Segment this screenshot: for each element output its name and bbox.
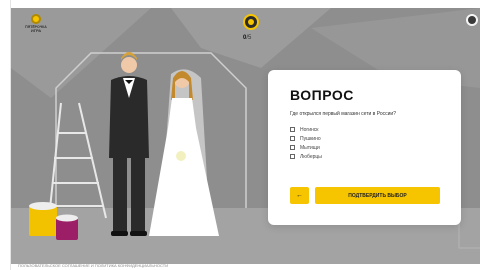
checkbox[interactable] <box>290 127 295 132</box>
footer-link[interactable]: ПОЛЬЗОВАТЕЛЬСКОЕ СОГЛАШЕНИЕ И ПОЛИТИКА К… <box>18 263 168 268</box>
arrow-left-icon: ← <box>296 192 303 199</box>
back-button[interactable]: ← <box>290 187 309 204</box>
settings-icon[interactable] <box>466 14 478 26</box>
confirm-choice-button[interactable]: ПОДТВЕРДИТЬ ВЫБОР <box>315 187 440 204</box>
answer-options: Ногинск Пушкино Мытищи Люберцы <box>290 125 322 161</box>
option-label: Мытищи <box>300 144 320 151</box>
checkbox[interactable] <box>290 136 295 141</box>
game-frame: ПЯТЁРОЧКА ИГРА 0/5 ВОПРОС Где открылся п… <box>0 0 480 270</box>
checkbox[interactable] <box>290 154 295 159</box>
option-label: Пушкино <box>300 135 321 142</box>
score-counter: 0/5 <box>243 35 251 41</box>
logo-sub: ИГРА <box>30 28 42 33</box>
answer-option[interactable]: Мытищи <box>290 143 322 152</box>
option-label: Люберцы <box>300 153 322 160</box>
question-title: ВОПРОС <box>290 87 354 103</box>
brand-logo[interactable]: ПЯТЁРОЧКА ИГРА <box>22 14 50 33</box>
coin-icon <box>243 14 259 30</box>
answer-option[interactable]: Пушкино <box>290 134 322 143</box>
question-card: ВОПРОС Где открылся первый магазин сети … <box>268 70 461 225</box>
left-sidebar <box>0 0 11 270</box>
question-text: Где открылся первый магазин сети в Росси… <box>290 111 396 117</box>
checkbox[interactable] <box>290 145 295 150</box>
answer-option[interactable]: Ногинск <box>290 125 322 134</box>
option-label: Ногинск <box>300 126 319 133</box>
logo-icon <box>31 14 41 24</box>
score-total: /5 <box>246 35 252 41</box>
answer-option[interactable]: Люберцы <box>290 152 322 161</box>
